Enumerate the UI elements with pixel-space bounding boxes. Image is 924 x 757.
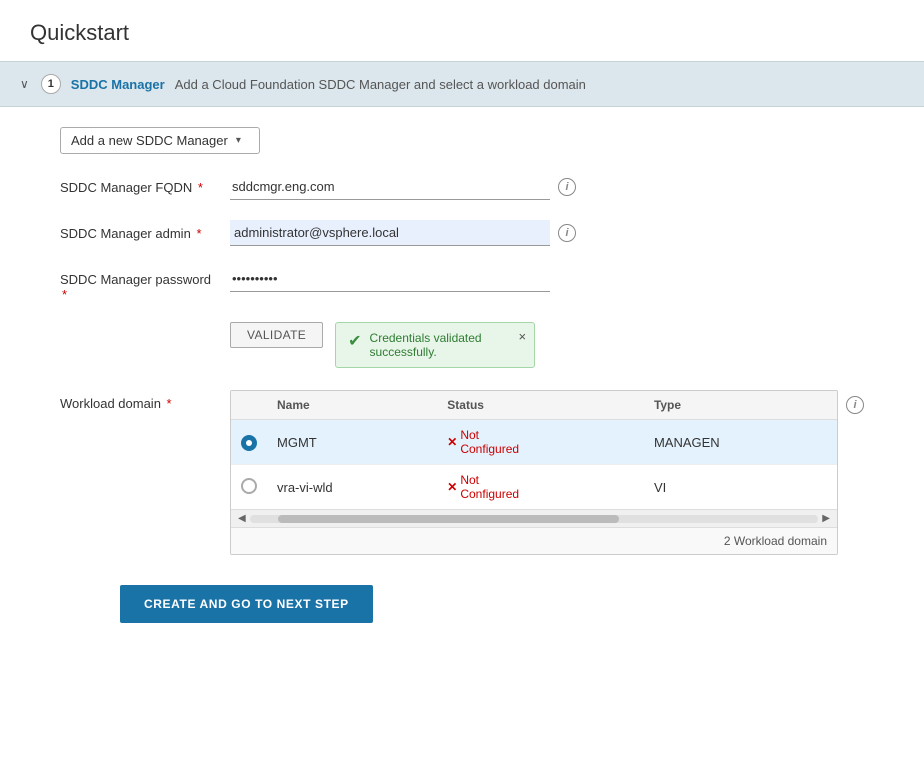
row-radio-cell[interactable]: [231, 420, 267, 465]
row-status-cell: ✕ NotConfigured: [437, 420, 644, 465]
workload-row: Workload domain * Name Status Type: [60, 390, 864, 555]
table-footer: 2 Workload domain: [231, 527, 837, 554]
col-radio: [231, 391, 267, 420]
check-icon: ✔: [348, 331, 361, 351]
admin-label: SDDC Manager admin *: [60, 220, 215, 241]
workload-table: Name Status Type MGMT: [231, 391, 837, 509]
row-type-cell2: VI: [644, 465, 837, 510]
col-type: Type: [644, 391, 837, 420]
workload-label: Workload domain *: [60, 390, 215, 411]
create-next-button[interactable]: CREATE AND GO TO NEXT STEP: [120, 585, 373, 623]
validate-area: VALIDATE ✔ Credentials validated success…: [230, 322, 864, 368]
admin-required: *: [196, 226, 201, 241]
admin-info-icon[interactable]: i: [558, 224, 576, 242]
password-required: *: [62, 287, 67, 302]
row-name-cell: MGMT: [267, 420, 437, 465]
fqdn-info-icon[interactable]: i: [558, 178, 576, 196]
table-row[interactable]: MGMT ✕ NotConfigured MANAGEN: [231, 420, 837, 465]
page-title: Quickstart: [0, 0, 924, 61]
row-status-cell2: ✕ NotConfigured: [437, 465, 644, 510]
scrollbar-track[interactable]: [250, 515, 819, 523]
validate-button[interactable]: VALIDATE: [230, 322, 323, 348]
password-label: SDDC Manager password *: [60, 266, 215, 302]
step-number: 1: [41, 74, 61, 94]
credentials-toast: ✔ Credentials validated successfully. ×: [335, 322, 535, 368]
radio-mgmt[interactable]: [241, 435, 257, 451]
workload-required: *: [167, 396, 172, 411]
dropdown-arrow-icon: ▾: [236, 135, 241, 146]
fqdn-label: SDDC Manager FQDN *: [60, 174, 215, 195]
fqdn-input-wrap: i: [230, 174, 864, 200]
horizontal-scrollbar[interactable]: ◀ ▶: [231, 509, 837, 527]
admin-input[interactable]: [230, 220, 550, 246]
radio-vra[interactable]: [241, 478, 257, 494]
row-type-cell: MANAGEN: [644, 420, 837, 465]
step-chevron-icon: ∨: [20, 77, 29, 91]
fqdn-input[interactable]: [230, 174, 550, 200]
scroll-right-icon[interactable]: ▶: [818, 513, 834, 524]
fqdn-required: *: [198, 180, 203, 195]
col-name: Name: [267, 391, 437, 420]
dropdown-label: Add a new SDDC Manager: [71, 133, 228, 148]
password-input[interactable]: [230, 266, 550, 292]
workload-info-icon[interactable]: i: [846, 396, 864, 414]
fqdn-row: SDDC Manager FQDN * i: [60, 174, 864, 200]
step-label: SDDC Manager: [71, 77, 165, 92]
status-not-configured2: ✕ NotConfigured: [447, 473, 634, 501]
admin-input-wrap: i: [230, 220, 864, 246]
step-description: Add a Cloud Foundation SDDC Manager and …: [175, 77, 586, 92]
step-header: ∨ 1 SDDC Manager Add a Cloud Foundation …: [0, 61, 924, 107]
workload-table-wrap: Name Status Type MGMT: [230, 390, 838, 555]
scroll-left-icon[interactable]: ◀: [234, 513, 250, 524]
scrollbar-thumb[interactable]: [278, 515, 619, 523]
toast-close-icon[interactable]: ×: [519, 329, 527, 344]
col-status: Status: [437, 391, 644, 420]
dropdown-row: Add a new SDDC Manager ▾: [60, 127, 864, 154]
password-row: SDDC Manager password *: [60, 266, 864, 302]
row-name-cell2: vra-vi-wld: [267, 465, 437, 510]
password-input-wrap: [230, 266, 864, 292]
admin-row: SDDC Manager admin * i: [60, 220, 864, 246]
sddc-manager-dropdown[interactable]: Add a new SDDC Manager ▾: [60, 127, 260, 154]
table-row[interactable]: vra-vi-wld ✕ NotConfigured VI: [231, 465, 837, 510]
toast-message: Credentials validated successfully.: [370, 331, 523, 359]
status-not-configured: ✕ NotConfigured: [447, 428, 634, 456]
form-area: Add a new SDDC Manager ▾ SDDC Manager FQ…: [0, 107, 924, 643]
row-radio-cell2[interactable]: [231, 465, 267, 510]
